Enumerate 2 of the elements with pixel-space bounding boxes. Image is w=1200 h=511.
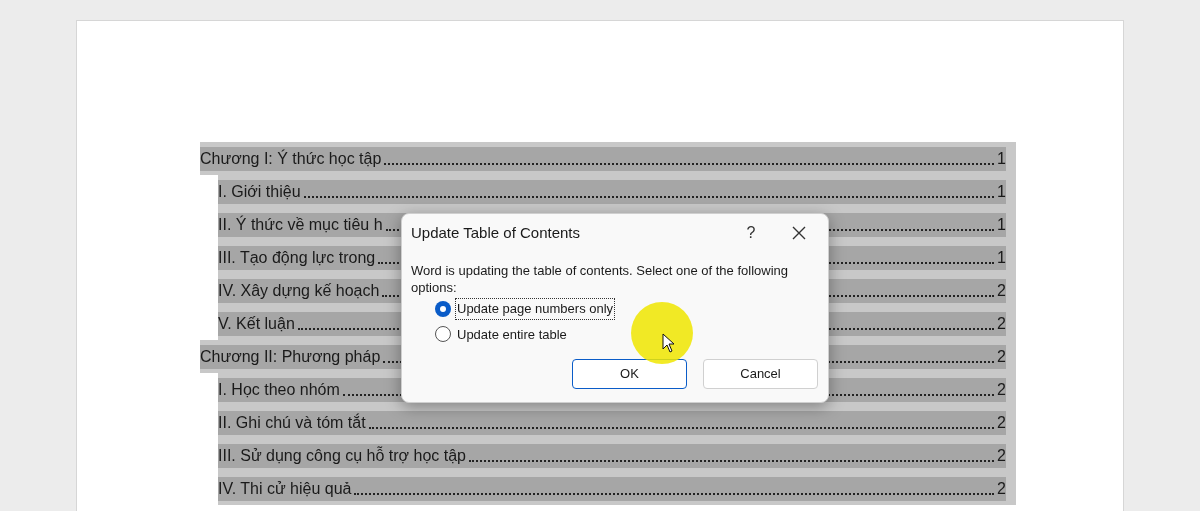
dialog-title: Update Table of Contents — [411, 222, 581, 243]
dialog-message: Word is updating the table of contents. Select one of the following options: — [411, 262, 789, 296]
